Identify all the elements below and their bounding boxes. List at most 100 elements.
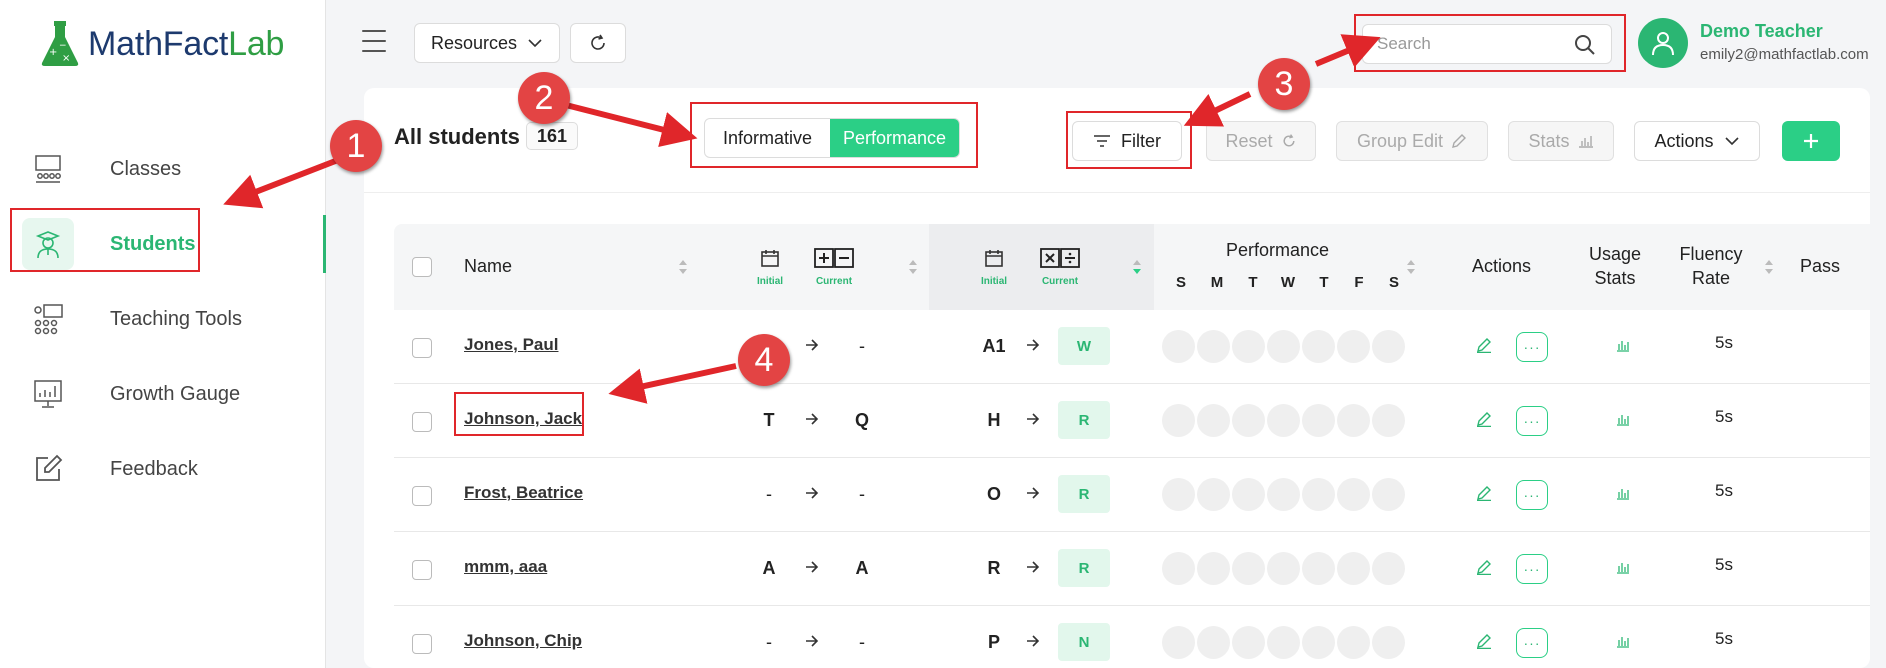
user-avatar[interactable] <box>1638 18 1688 68</box>
more-options-button[interactable]: ··· <box>1516 554 1548 584</box>
edit-icon[interactable] <box>1476 485 1492 501</box>
usage-stats-icon[interactable] <box>1616 486 1630 500</box>
add-current-level: Q <box>854 410 869 430</box>
weekly-performance <box>1162 404 1407 437</box>
add-current-level: A <box>855 558 869 578</box>
header-usage-stats: Usage Stats <box>1588 244 1642 288</box>
refresh-button[interactable] <box>570 23 626 63</box>
more-options-button[interactable]: ··· <box>1516 332 1548 362</box>
bar-chart-icon <box>1578 136 1593 148</box>
row-checkbox[interactable] <box>412 560 432 580</box>
mul-initial-level: H <box>987 410 1001 430</box>
more-options-button[interactable]: ··· <box>1516 406 1548 436</box>
sort-icon[interactable] <box>1764 258 1774 276</box>
edit-icon[interactable] <box>1476 411 1492 427</box>
highlight-view-toggle <box>690 102 978 168</box>
table-row: Frost, Beatrice - - O R ··· 5s <box>394 458 1870 532</box>
arrow-right-icon <box>1027 487 1040 499</box>
usage-stats-icon[interactable] <box>1616 560 1630 574</box>
sidebar-item-label: Teaching Tools <box>110 307 242 330</box>
edit-icon[interactable] <box>1476 633 1492 649</box>
header-fluency-rate[interactable]: Fluency Rate <box>1674 242 1748 290</box>
student-count-badge: 161 <box>526 122 579 150</box>
svg-text:−: − <box>59 41 67 51</box>
user-icon <box>1652 32 1674 56</box>
sort-icon[interactable] <box>678 258 688 276</box>
day-label: S <box>1388 274 1399 291</box>
student-name-link[interactable]: Johnson, Chip <box>464 631 582 651</box>
arrow-right-icon <box>806 413 819 425</box>
sidebar-item-feedback[interactable]: Feedback <box>10 437 322 501</box>
row-checkbox[interactable] <box>412 486 432 506</box>
fluency-rate-value: 5s <box>1715 333 1733 352</box>
weekly-performance <box>1162 626 1407 659</box>
sort-icon[interactable] <box>1406 258 1416 276</box>
add-current-level: - <box>859 336 865 356</box>
reset-button[interactable]: Reset <box>1206 121 1316 161</box>
resources-dropdown[interactable]: Resources <box>414 23 560 63</box>
page-title: All students <box>394 124 520 149</box>
row-checkbox[interactable] <box>412 338 432 358</box>
usage-stats-icon[interactable] <box>1616 338 1630 352</box>
more-options-button[interactable]: ··· <box>1516 628 1548 658</box>
mul-current-level: W <box>1058 327 1110 365</box>
group-edit-button[interactable]: Group Edit <box>1336 121 1488 161</box>
edit-icon[interactable] <box>1476 559 1492 575</box>
refresh-icon <box>591 34 605 50</box>
user-email: emily2@mathfactlab.com <box>1700 46 1869 63</box>
annotation-badge-2: 2 <box>518 72 570 124</box>
add-initial-level: - <box>766 632 772 652</box>
reset-label: Reset <box>1225 130 1273 151</box>
more-options-button[interactable]: ··· <box>1516 480 1548 510</box>
day-label: T <box>1248 274 1258 291</box>
sidebar-item-classes[interactable]: Classes <box>10 137 322 201</box>
select-all-checkbox[interactable] <box>412 257 432 277</box>
mul-initial-level: R <box>987 558 1001 578</box>
student-name-link[interactable]: Frost, Beatrice <box>464 483 583 503</box>
annotation-badge-1: 1 <box>330 120 382 172</box>
header-name[interactable]: Name <box>464 256 512 277</box>
arrow-right-icon <box>806 561 819 573</box>
classroom-icon <box>22 143 74 195</box>
usage-stats-icon[interactable] <box>1616 634 1630 648</box>
sort-desc-icon[interactable] <box>1132 258 1142 276</box>
arrow-right-icon <box>1027 635 1040 647</box>
user-name[interactable]: Demo Teacher <box>1700 21 1823 42</box>
annotation-badge-4: 4 <box>738 334 790 386</box>
add-initial-level: - <box>766 484 772 504</box>
row-checkbox[interactable] <box>412 634 432 654</box>
mul-current-level: N <box>1058 623 1110 661</box>
student-name-link[interactable]: mmm, aaa <box>464 557 547 577</box>
top-bar: Resources Demo Teacher emily2@mathfactla… <box>326 0 1886 86</box>
sidebar: + × − MathFactLab Classes Students Teach… <box>0 0 326 668</box>
header-performance[interactable]: Performance <box>1226 240 1329 261</box>
header-current: Current <box>815 276 853 287</box>
add-student-button[interactable] <box>1782 121 1840 161</box>
svg-text:×: × <box>62 53 70 64</box>
students-table: Name Initial Current Initial Current Per… <box>394 224 1870 668</box>
edit-icon[interactable] <box>1476 337 1492 353</box>
pencil-icon <box>1452 134 1467 148</box>
sidebar-item-growth-gauge[interactable]: Growth Gauge <box>10 362 322 426</box>
mul-initial-level: A1 <box>982 336 1006 356</box>
sort-icon[interactable] <box>908 258 918 276</box>
add-subtract-icon <box>814 248 854 268</box>
mul-current-level: R <box>1058 401 1110 439</box>
student-name-link[interactable]: Jones, Paul <box>464 335 558 355</box>
arrow-right-icon <box>806 339 819 351</box>
fluency-rate-value: 5s <box>1715 629 1733 648</box>
sidebar-item-teaching-tools[interactable]: Teaching Tools <box>10 287 322 351</box>
mul-initial-level: P <box>987 632 1000 652</box>
header-current: Current <box>1041 276 1079 287</box>
usage-stats-icon[interactable] <box>1616 412 1630 426</box>
actions-dropdown[interactable]: Actions <box>1634 121 1760 161</box>
header-pass[interactable]: Pass <box>1800 256 1840 277</box>
menu-icon[interactable] <box>362 30 386 52</box>
annotation-badge-3: 3 <box>1258 58 1310 110</box>
add-current-level: - <box>859 632 865 652</box>
app-logo[interactable]: + × − MathFactLab <box>40 18 284 70</box>
row-checkbox[interactable] <box>412 412 432 432</box>
day-label: T <box>1319 274 1329 291</box>
fluency-rate-value: 5s <box>1715 407 1733 426</box>
stats-button[interactable]: Stats <box>1508 121 1614 161</box>
